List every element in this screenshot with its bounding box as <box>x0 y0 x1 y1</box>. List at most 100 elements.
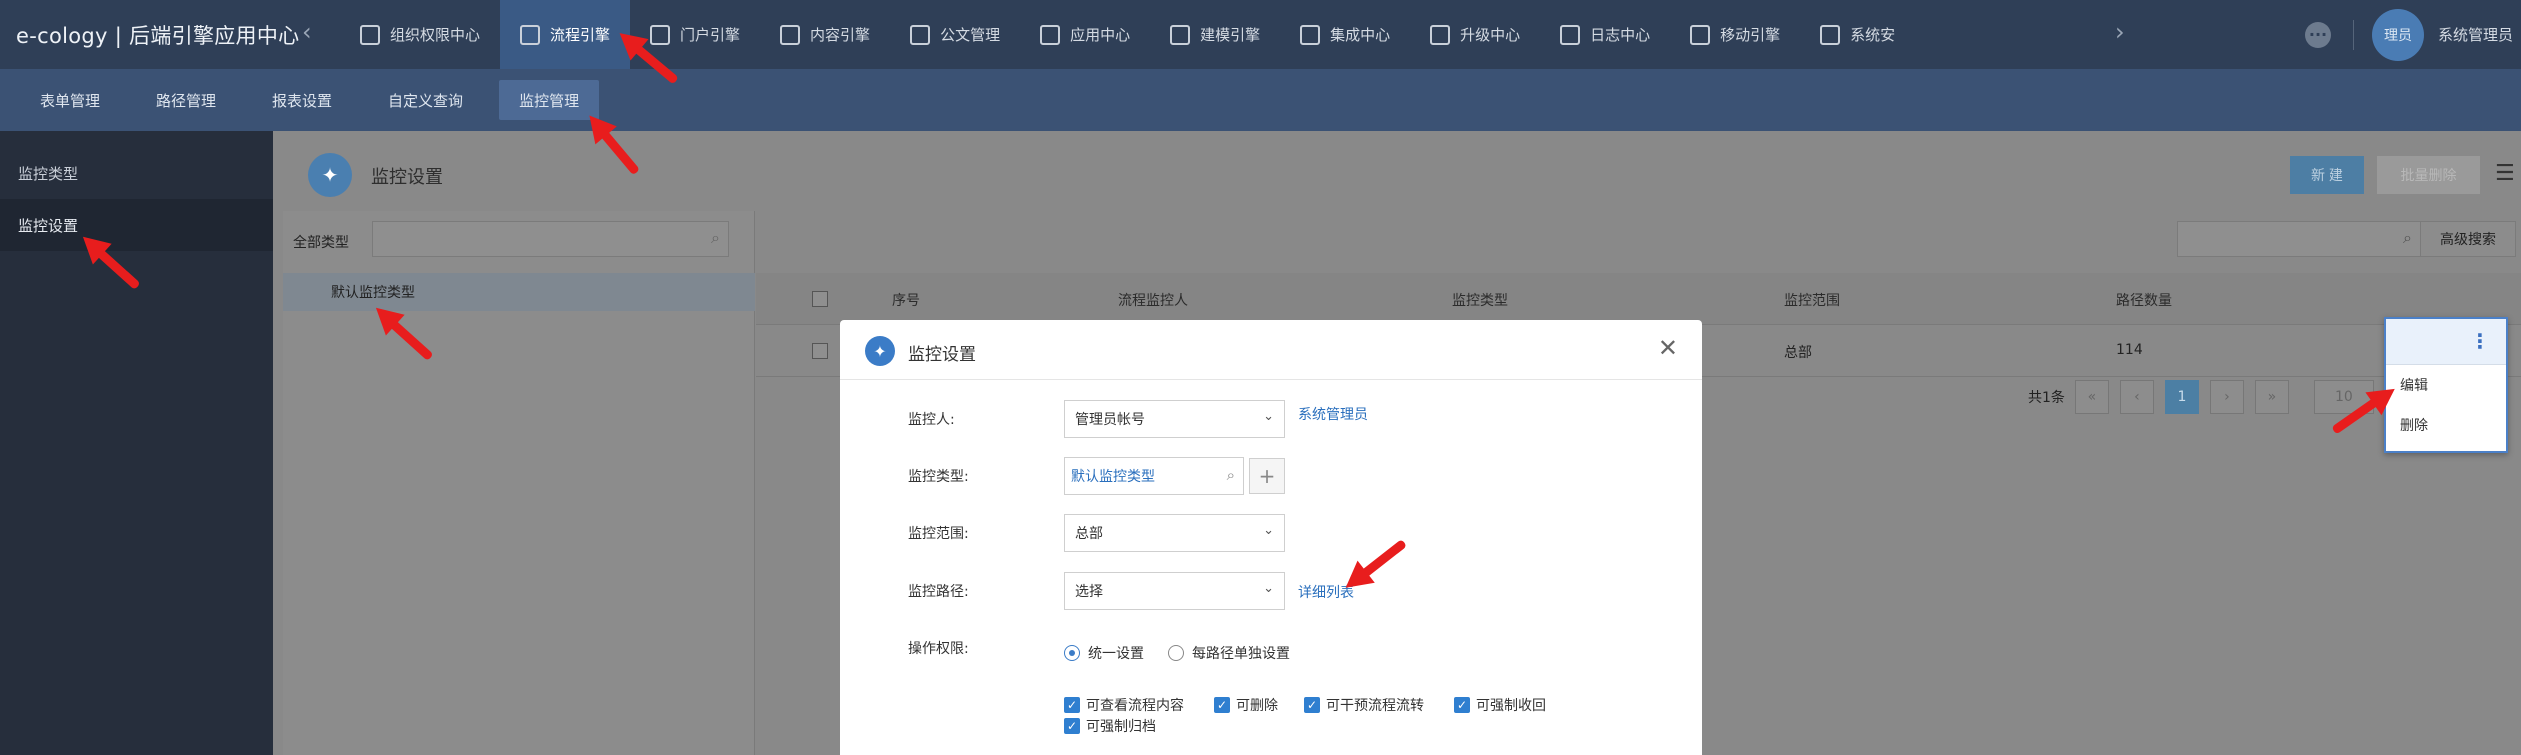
portal-icon <box>650 24 671 45</box>
chevron-down-icon: ⌄ <box>1263 581 1274 596</box>
top-nav-item-label: 公文管理 <box>940 26 1001 44</box>
apps-icon <box>1040 24 1061 45</box>
top-nav-item[interactable]: 移动引擎 <box>1670 0 1800 69</box>
row-menu-trigger[interactable]: ⋮ <box>2386 319 2506 365</box>
checkbox-force-archive[interactable]: ✓ <box>1064 718 1080 734</box>
top-nav-item[interactable]: 建模引擎 <box>1150 0 1280 69</box>
subnav-item-form[interactable]: 表单管理 <box>20 80 120 120</box>
radio-unified[interactable] <box>1064 645 1080 661</box>
top-nav-item[interactable]: 应用中心 <box>1020 0 1150 69</box>
checkbox-intervene-label[interactable]: 可干预流程流转 <box>1326 695 1424 715</box>
top-nav-item[interactable]: 系统安 <box>1800 0 1915 69</box>
batch-delete-button[interactable]: 批量删除 <box>2377 156 2480 194</box>
top-nav-item-label: 内容引擎 <box>810 26 871 44</box>
close-icon[interactable]: ✕ <box>1658 334 1678 362</box>
tree-search-input[interactable]: ⌕ <box>372 221 729 257</box>
monitor-person-label: 监控人: <box>908 412 955 428</box>
permission-label: 操作权限: <box>908 641 969 657</box>
first-page-icon[interactable]: « <box>2074 380 2109 414</box>
top-bar: e-cology | 后端引擎应用中心 ‹ 组织权限中心 流程引擎 门户引擎 内容引擎… <box>0 0 2521 69</box>
search-icon[interactable]: ⌕ <box>2403 228 2412 248</box>
top-nav-item[interactable]: 公文管理 <box>890 0 1020 69</box>
subnav-item-monitor[interactable]: 监控管理 <box>499 80 600 120</box>
top-nav-item-label: 流程引擎 <box>550 26 611 44</box>
chevron-down-icon: ⌄ <box>1263 409 1274 424</box>
more-dots-icon[interactable]: ··· <box>2304 21 2331 48</box>
page-title: 监控设置 <box>371 167 443 188</box>
col-header-path-count: 路径数量 <box>2116 293 2172 309</box>
checkbox-view-content[interactable]: ✓ <box>1064 697 1080 713</box>
mobile-icon <box>1690 24 1711 45</box>
nav-next-arrow-icon[interactable]: › <box>2115 18 2125 46</box>
top-nav-item-label: 应用中心 <box>1070 26 1131 44</box>
table-search-input[interactable]: ⌕ <box>2177 221 2421 257</box>
menu-item-delete[interactable]: 删除 <box>2386 405 2506 445</box>
nav-prev-arrow-icon[interactable]: ‹ <box>302 18 312 46</box>
checkbox-force-recall-label[interactable]: 可强制收回 <box>1476 695 1546 715</box>
checkbox-force-archive-label[interactable]: 可强制归档 <box>1086 716 1156 736</box>
top-nav-item[interactable]: 升级中心 <box>1410 0 1540 69</box>
system-icon <box>1820 24 1841 45</box>
monitor-person-select[interactable]: 管理员帐号 ⌄ <box>1064 400 1285 438</box>
table-header: 序号 流程监控人 监控类型 监控范围 路径数量 <box>756 273 2521 325</box>
sidebar-item-monitor-settings[interactable]: 监控设置 <box>0 199 273 251</box>
shield-icon <box>360 24 380 45</box>
checkbox-force-recall[interactable]: ✓ <box>1454 697 1470 713</box>
monitor-person-link[interactable]: 系统管理员 <box>1298 404 1368 424</box>
search-icon[interactable]: ⌕ <box>1227 466 1235 484</box>
col-header-monitor-person: 流程监控人 <box>1118 293 1188 309</box>
sub-nav: 表单管理 路径管理 报表设置 自定义查询 监控管理 <box>0 69 2521 131</box>
page-number[interactable]: 1 <box>2164 380 2199 414</box>
monitor-path-select[interactable]: 选择 ⌄ <box>1064 572 1285 610</box>
document-icon <box>780 24 801 45</box>
tree-node-default[interactable]: 默认监控类型 <box>283 273 755 311</box>
search-icon[interactable]: ⌕ <box>711 228 720 248</box>
checkbox-view-content-label[interactable]: 可查看流程内容 <box>1086 695 1184 715</box>
user-name[interactable]: 系统管理员 <box>2438 24 2513 45</box>
top-nav-item[interactable]: 组织权限中心 <box>340 0 500 69</box>
monitor-type-browser[interactable]: 默认监控类型 ⌕ <box>1064 457 1244 495</box>
select-all-checkbox[interactable] <box>812 291 828 307</box>
checkbox-delete[interactable]: ✓ <box>1214 697 1230 713</box>
dialog-title: 监控设置 <box>908 345 976 365</box>
top-nav-item[interactable]: 内容引擎 <box>760 0 890 69</box>
monitor-range-select[interactable]: 总部 ⌄ <box>1064 514 1285 552</box>
top-right-area: ··· 理员 系统管理员 <box>2304 0 2521 69</box>
checkbox-intervene[interactable]: ✓ <box>1304 697 1320 713</box>
menu-item-edit[interactable]: 编辑 <box>2386 365 2506 405</box>
top-nav-item-label: 集成中心 <box>1330 26 1391 44</box>
top-nav-item[interactable]: 集成中心 <box>1280 0 1410 69</box>
row-checkbox[interactable] <box>812 343 828 359</box>
radio-unified-label[interactable]: 统一设置 <box>1088 643 1144 663</box>
subnav-item-path[interactable]: 路径管理 <box>136 80 236 120</box>
workflow-logo-icon: ✦ <box>308 153 352 197</box>
more-vertical-icon[interactable]: ⋮ <box>2470 329 2490 353</box>
prev-page-icon[interactable]: ‹ <box>2119 380 2154 414</box>
new-button[interactable]: 新 建 <box>2290 156 2364 194</box>
monitor-person-value: 管理员帐号 <box>1075 412 1145 428</box>
sidebar-item-monitor-type[interactable]: 监控类型 <box>0 147 273 199</box>
top-nav-item[interactable]: 流程引擎 <box>500 0 631 69</box>
advanced-search-button[interactable]: 高级搜索 <box>2420 221 2516 257</box>
next-page-icon[interactable]: › <box>2209 380 2244 414</box>
subnav-item-report[interactable]: 报表设置 <box>252 80 352 120</box>
top-nav-item[interactable]: 日志中心 <box>1540 0 1670 69</box>
monitor-type-value[interactable]: 默认监控类型 <box>1071 466 1155 486</box>
avatar[interactable]: 理员 <box>2371 8 2424 61</box>
log-icon <box>1560 24 1581 45</box>
last-page-icon[interactable]: » <box>2254 380 2289 414</box>
doc-manage-icon <box>910 24 931 45</box>
type-tree-panel: 全部类型 ⌕ 默认监控类型 <box>283 211 755 755</box>
cell-path-count: 114 <box>2116 342 2143 358</box>
list-menu-icon[interactable]: ☰ <box>2495 161 2515 186</box>
checkbox-delete-label[interactable]: 可删除 <box>1236 695 1278 715</box>
top-nav: 组织权限中心 流程引擎 门户引擎 内容引擎 公文管理 应用中心 建模引擎 集成中心 升级中心 日志… <box>340 0 1915 69</box>
workflow-logo-icon: ✦ <box>865 336 895 366</box>
monitor-type-label: 监控类型: <box>908 469 969 485</box>
add-type-button[interactable]: + <box>1249 458 1285 494</box>
radio-per-path-label[interactable]: 每路径单独设置 <box>1192 643 1290 663</box>
subnav-item-query[interactable]: 自定义查询 <box>368 80 483 120</box>
radio-per-path[interactable] <box>1168 645 1184 661</box>
monitor-settings-dialog: ✦ 监控设置 ✕ 监控人: 管理员帐号 ⌄ 系统管理员 监控类型: 默认监控类型… <box>840 320 1702 755</box>
row-action-menu: ⋮ 编辑 删除 <box>2384 317 2508 453</box>
